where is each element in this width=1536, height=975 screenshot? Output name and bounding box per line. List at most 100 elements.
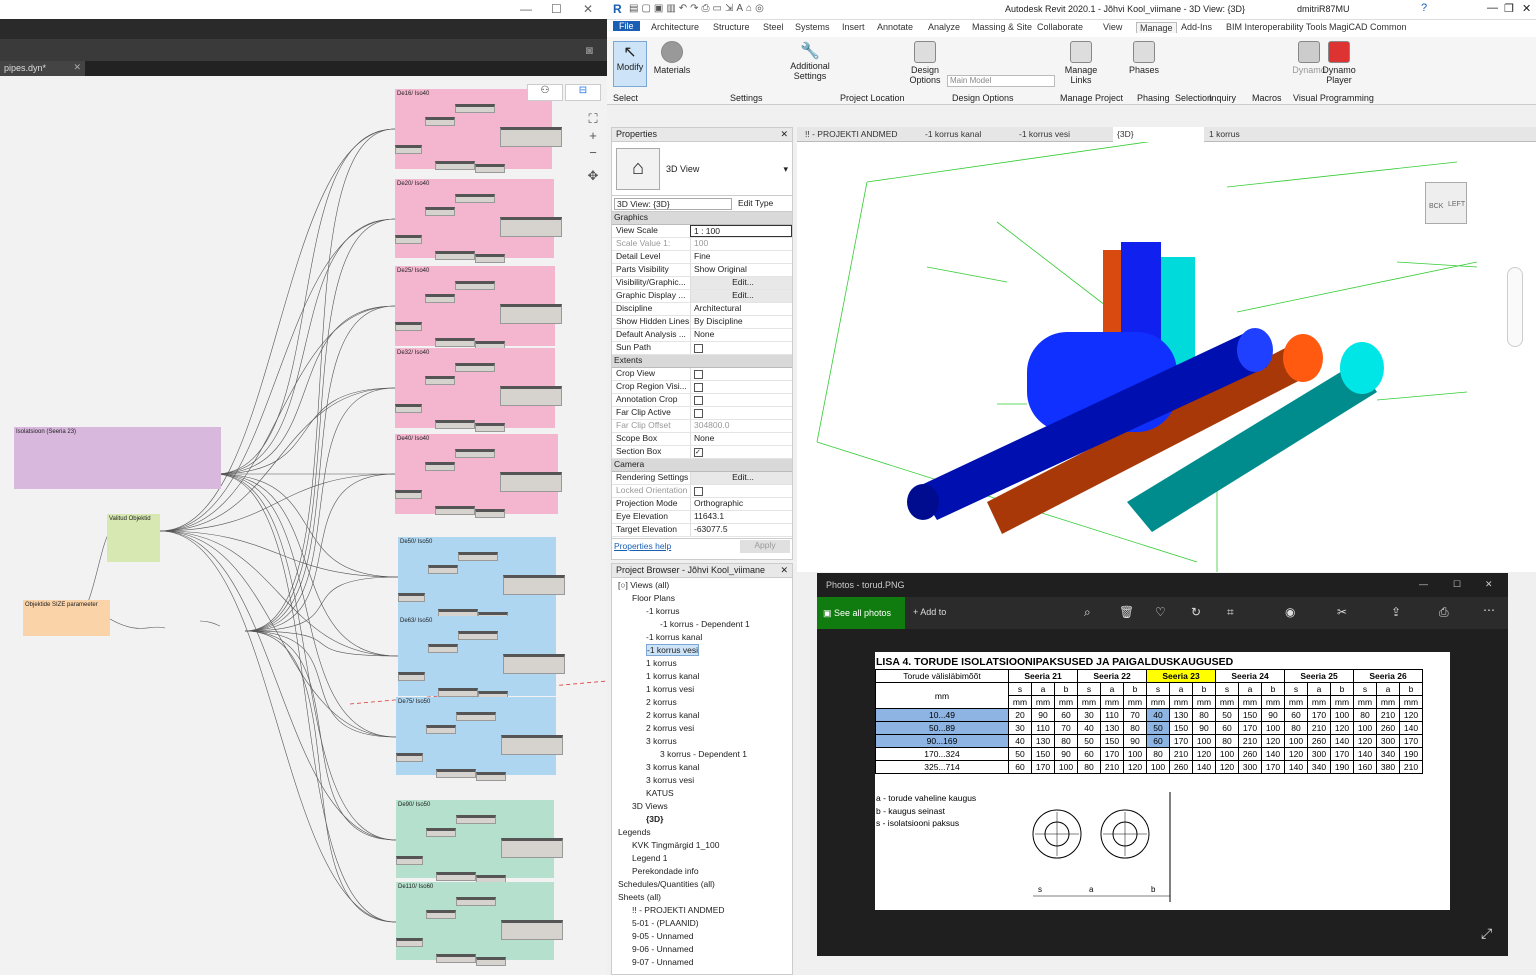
browser-item[interactable]: 3 korrus - Dependent 1 xyxy=(612,749,792,762)
close-button[interactable]: ✕ xyxy=(1485,579,1493,590)
checkbox[interactable] xyxy=(694,396,703,405)
close-button[interactable]: ✕ xyxy=(583,2,593,16)
maximize-button[interactable]: ☐ xyxy=(551,2,562,16)
quick-access-toolbar[interactable]: ▤▢▣▥↶↷⎙▭⇲A⌂◎ xyxy=(629,3,767,14)
viewcube-left[interactable]: LEFT xyxy=(1448,201,1465,208)
close-icon[interactable]: ✕ xyxy=(780,129,788,140)
property-value[interactable]: By Discipline xyxy=(690,316,792,328)
node[interactable] xyxy=(426,910,456,919)
node-group[interactable]: De90/ Iso50 xyxy=(396,800,563,884)
node[interactable] xyxy=(425,376,455,385)
node-group[interactable]: De110/ Iso60 xyxy=(396,882,563,966)
property-value[interactable]: 1 : 100 xyxy=(690,225,792,237)
viewcube-back[interactable]: BCK xyxy=(1429,203,1443,210)
node[interactable] xyxy=(476,772,506,781)
node[interactable] xyxy=(395,145,422,154)
property-category[interactable]: Graphics xyxy=(612,212,792,225)
viewcube[interactable]: BCK LEFT xyxy=(1425,182,1467,224)
property-category[interactable]: Camera xyxy=(612,459,792,472)
zoom-out-icon[interactable]: − xyxy=(584,145,602,161)
node-group[interactable]: Isolatsioon (Seeria 23) xyxy=(14,427,221,489)
node[interactable] xyxy=(438,688,478,697)
node[interactable] xyxy=(435,251,475,260)
browser-item[interactable]: 2 korrus xyxy=(612,697,792,710)
apply-button[interactable]: Apply xyxy=(740,540,790,553)
node[interactable] xyxy=(426,828,456,837)
node[interactable] xyxy=(396,856,423,865)
node[interactable] xyxy=(500,127,562,147)
node[interactable] xyxy=(455,363,495,372)
node[interactable] xyxy=(500,304,562,324)
main-model-select[interactable]: Main Model xyxy=(947,75,1055,87)
browser-item[interactable]: 3D Views xyxy=(612,801,792,814)
minimize-button[interactable]: — xyxy=(1419,579,1428,589)
browser-item[interactable]: 9-05 - Unnamed xyxy=(612,931,792,944)
property-value[interactable] xyxy=(690,368,792,380)
maximize-button[interactable]: ❐ xyxy=(1504,2,1514,15)
zoom-in-icon[interactable]: + xyxy=(584,128,602,144)
dynamo-player-button[interactable]: Dynamo Player xyxy=(1321,41,1357,85)
node[interactable] xyxy=(436,872,476,881)
node[interactable] xyxy=(455,449,495,458)
browser-item[interactable]: 1 korrus vesi xyxy=(612,684,792,697)
add-to-button[interactable]: + Add to xyxy=(913,607,946,617)
pan-icon[interactable]: ✥ xyxy=(584,168,602,184)
view-selector[interactable]: 3D View: {3D} xyxy=(614,198,732,210)
crop-icon[interactable]: ⌗ xyxy=(1227,605,1234,620)
node[interactable] xyxy=(475,164,505,173)
node[interactable] xyxy=(395,235,422,244)
browser-item[interactable]: [○] Views (all) xyxy=(612,580,792,593)
navigation-bar[interactable] xyxy=(1507,267,1523,347)
ribbon-tab-insert[interactable]: Insert xyxy=(842,22,865,32)
property-value[interactable] xyxy=(690,342,792,354)
node[interactable] xyxy=(435,161,475,170)
view-tab[interactable]: -1 korrus vesi xyxy=(1019,129,1070,139)
geometry-view-icon[interactable]: ⚇ xyxy=(527,84,563,101)
node[interactable] xyxy=(500,217,562,237)
property-value[interactable]: Edit... xyxy=(690,277,792,289)
help-icon[interactable]: ? xyxy=(1421,2,1427,14)
node[interactable] xyxy=(398,672,425,681)
browser-item[interactable]: -1 korrus kanal xyxy=(612,632,792,645)
node[interactable] xyxy=(456,815,496,824)
fullscreen-icon[interactable]: ⤢ xyxy=(1481,925,1492,942)
ribbon-tab-massing-site[interactable]: Massing & Site xyxy=(972,22,1032,32)
node[interactable] xyxy=(425,462,455,471)
node[interactable] xyxy=(456,712,496,721)
enhance-icon[interactable]: ◉ xyxy=(1285,605,1295,619)
node[interactable] xyxy=(428,644,458,653)
ribbon-tab-structure[interactable]: Structure xyxy=(713,22,750,32)
node[interactable] xyxy=(503,575,565,595)
node[interactable] xyxy=(475,509,505,518)
phases-button[interactable]: Phases xyxy=(1127,41,1161,75)
property-value[interactable]: 11643.1 xyxy=(690,511,792,523)
node[interactable] xyxy=(455,281,495,290)
browser-item[interactable]: -1 korrus vesi xyxy=(612,644,792,658)
manage-links-button[interactable]: Manage Links xyxy=(1063,41,1099,85)
view-tab[interactable]: {3D} xyxy=(1113,127,1204,142)
ribbon-tab-manage[interactable]: Manage xyxy=(1136,22,1177,33)
property-value[interactable]: Orthographic xyxy=(690,498,792,510)
rotate-icon[interactable]: ↻ xyxy=(1191,605,1201,619)
node[interactable] xyxy=(501,838,563,858)
browser-item[interactable]: 1 korrus xyxy=(612,658,792,671)
dynamo-canvas[interactable]: De16/ Iso40 De20/ Iso40 De25/ Iso40 De32/ I… xyxy=(0,76,607,975)
zoom-icon[interactable]: ⌕ xyxy=(1084,605,1091,620)
node-group[interactable]: Valitud Objektid xyxy=(107,514,160,562)
browser-item[interactable]: 3 korrus vesi xyxy=(612,775,792,788)
property-value[interactable]: Fine xyxy=(690,251,792,263)
property-value[interactable]: Edit... xyxy=(690,472,792,484)
node[interactable] xyxy=(500,472,562,492)
browser-item[interactable]: 3 korrus kanal xyxy=(612,762,792,775)
property-value[interactable]: Architectural xyxy=(690,303,792,315)
node[interactable] xyxy=(475,254,505,263)
view-tab[interactable]: !! - PROJEKTI ANDMED xyxy=(805,129,898,139)
node[interactable] xyxy=(501,920,563,940)
node[interactable] xyxy=(435,338,475,347)
node[interactable] xyxy=(435,420,475,429)
node-group[interactable]: De75/ Iso50 xyxy=(396,697,563,781)
node[interactable] xyxy=(476,957,506,966)
property-value[interactable]: None xyxy=(690,433,792,445)
browser-item[interactable]: 3 korrus xyxy=(612,736,792,749)
close-tab-icon[interactable]: ✕ xyxy=(73,62,81,73)
